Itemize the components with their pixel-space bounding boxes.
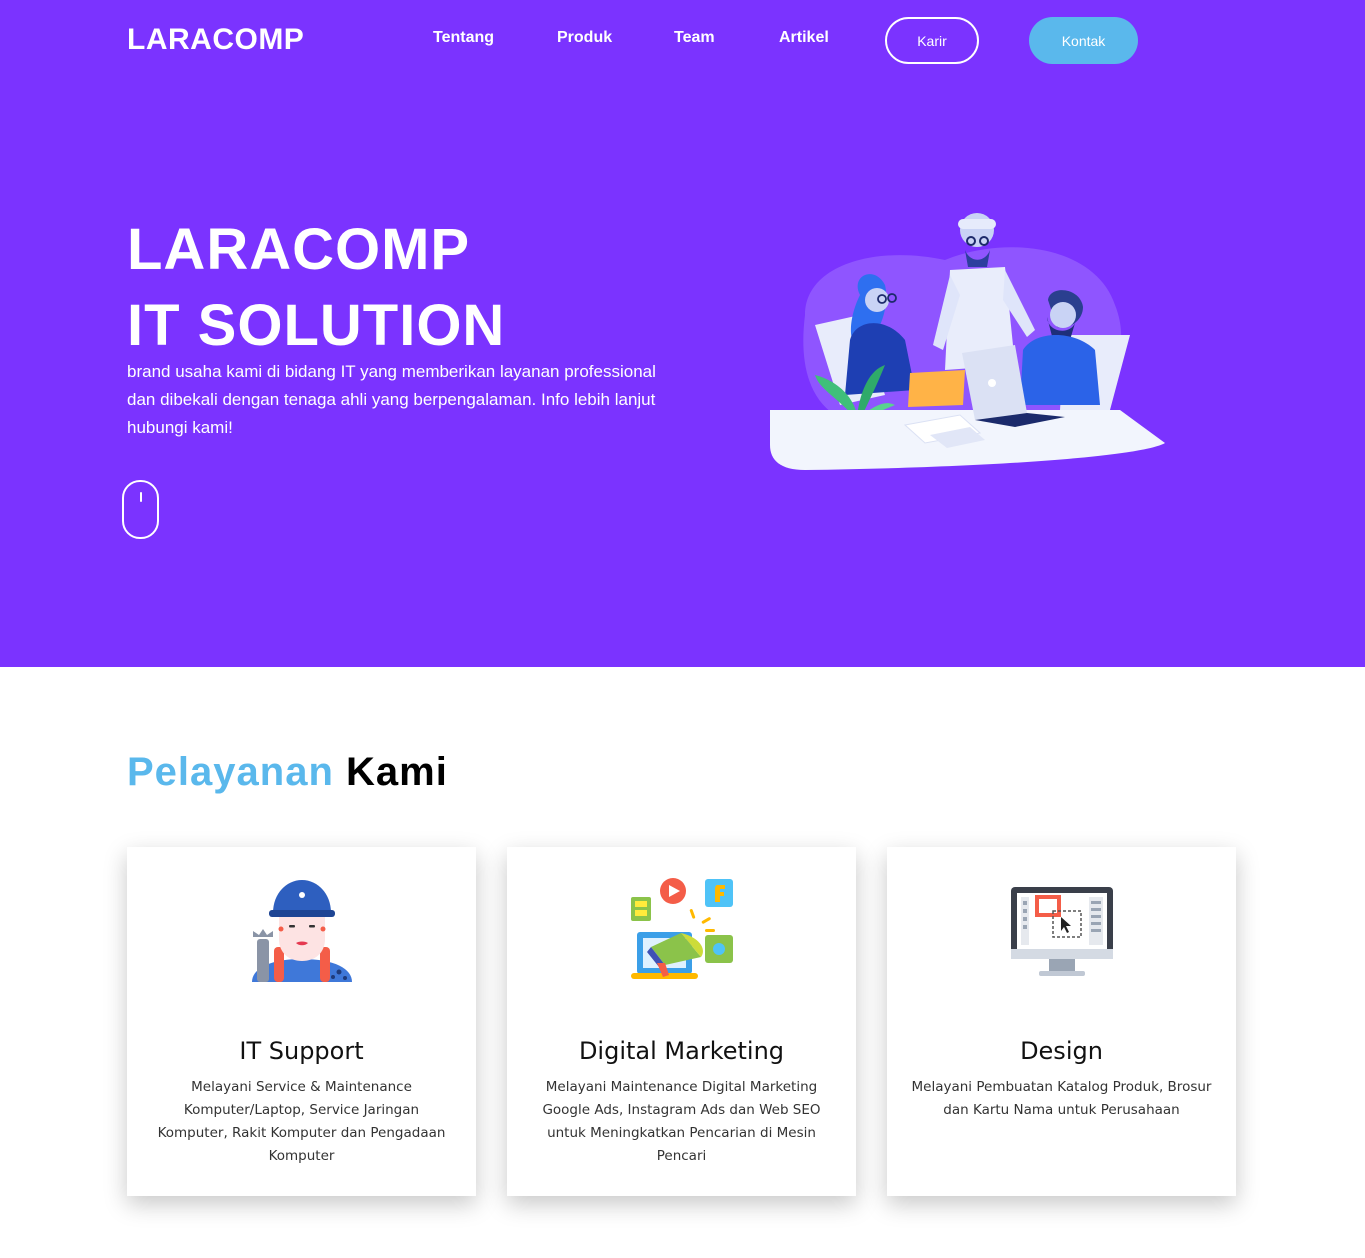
site-logo[interactable]: LARACOMP <box>127 23 304 57</box>
service-title: Design <box>1020 1037 1103 1065</box>
hero-description: brand usaha kami di bidang IT yang membe… <box>127 362 656 437</box>
nav-team[interactable]: Team <box>674 29 715 47</box>
services-title-highlight: Pelayanan <box>127 750 334 794</box>
services-title-rest: Kami <box>346 750 448 794</box>
technician-icon <box>252 880 352 982</box>
kontak-button[interactable]: Kontak <box>1029 17 1138 64</box>
nav-produk[interactable]: Produk <box>557 29 612 47</box>
service-title: IT Support <box>239 1037 364 1065</box>
megaphone-icon <box>631 878 733 979</box>
service-title: Digital Marketing <box>578 1037 785 1065</box>
hero-section: LARACOMP Tentang Produk Team Artikel Kar… <box>0 0 1365 667</box>
hero-title: LARACOMP IT SOLUTION <box>127 212 505 364</box>
monitor-design-icon <box>1011 887 1113 976</box>
service-description: Melayani Service & Maintenance Komputer/… <box>157 1079 446 1164</box>
hero-title-line2: IT SOLUTION <box>127 293 506 358</box>
scroll-mouse-icon[interactable] <box>122 480 159 539</box>
mouse-wheel <box>140 492 142 502</box>
karir-button[interactable]: Karir <box>885 17 979 64</box>
service-description: Melayani Pembuatan Katalog Produk, Brosu… <box>911 1079 1212 1118</box>
service-card-it-support[interactable]: IT Support Melayani Service & Maintenanc… <box>127 847 476 1196</box>
service-description: Melayani Maintenance Digital Marketing G… <box>542 1079 821 1164</box>
service-card-digital-marketing[interactable]: Digital Marketing Melayani Maintenance D… <box>507 847 856 1196</box>
nav-tentang[interactable]: Tentang <box>433 29 494 47</box>
services-title: Pelayanan Kami <box>127 750 448 795</box>
nav-artikel[interactable]: Artikel <box>779 29 829 47</box>
service-card-design[interactable]: Design Melayani Pembuatan Katalog Produk… <box>887 847 1236 1196</box>
hero-title-line1: LARACOMP <box>127 217 471 282</box>
team-meeting-illustration <box>770 213 1165 470</box>
